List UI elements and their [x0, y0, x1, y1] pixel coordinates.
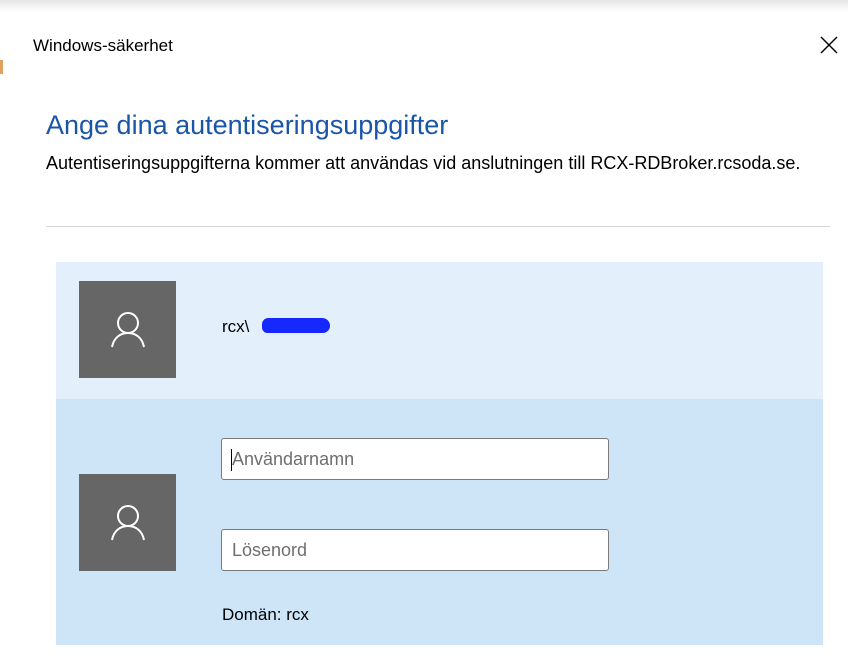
new-credentials-avatar [79, 474, 176, 571]
user-icon [110, 311, 145, 347]
close-icon [820, 36, 838, 54]
dialog-title: Windows-säkerhet [33, 36, 173, 55]
close-button[interactable] [814, 30, 844, 60]
username-input[interactable] [221, 438, 609, 480]
divider [46, 226, 830, 227]
redaction-scribble [262, 318, 330, 333]
password-input[interactable] [221, 529, 609, 571]
text-caret [231, 449, 232, 471]
prompt-description: Autentiseringsuppgifterna kommer att anv… [46, 153, 801, 173]
credential-dialog: Windows-säkerhet Ange dina autentisering… [0, 0, 848, 661]
remembered-username: rcx\ [222, 317, 250, 336]
prompt-heading: Ange dina autentiseringsuppgifter [46, 110, 449, 140]
window-shadow [0, 0, 848, 12]
window-edge-accent [0, 60, 3, 74]
remembered-account-avatar [79, 281, 176, 378]
domain-label: Domän: rcx [222, 605, 309, 624]
user-icon [110, 504, 145, 540]
